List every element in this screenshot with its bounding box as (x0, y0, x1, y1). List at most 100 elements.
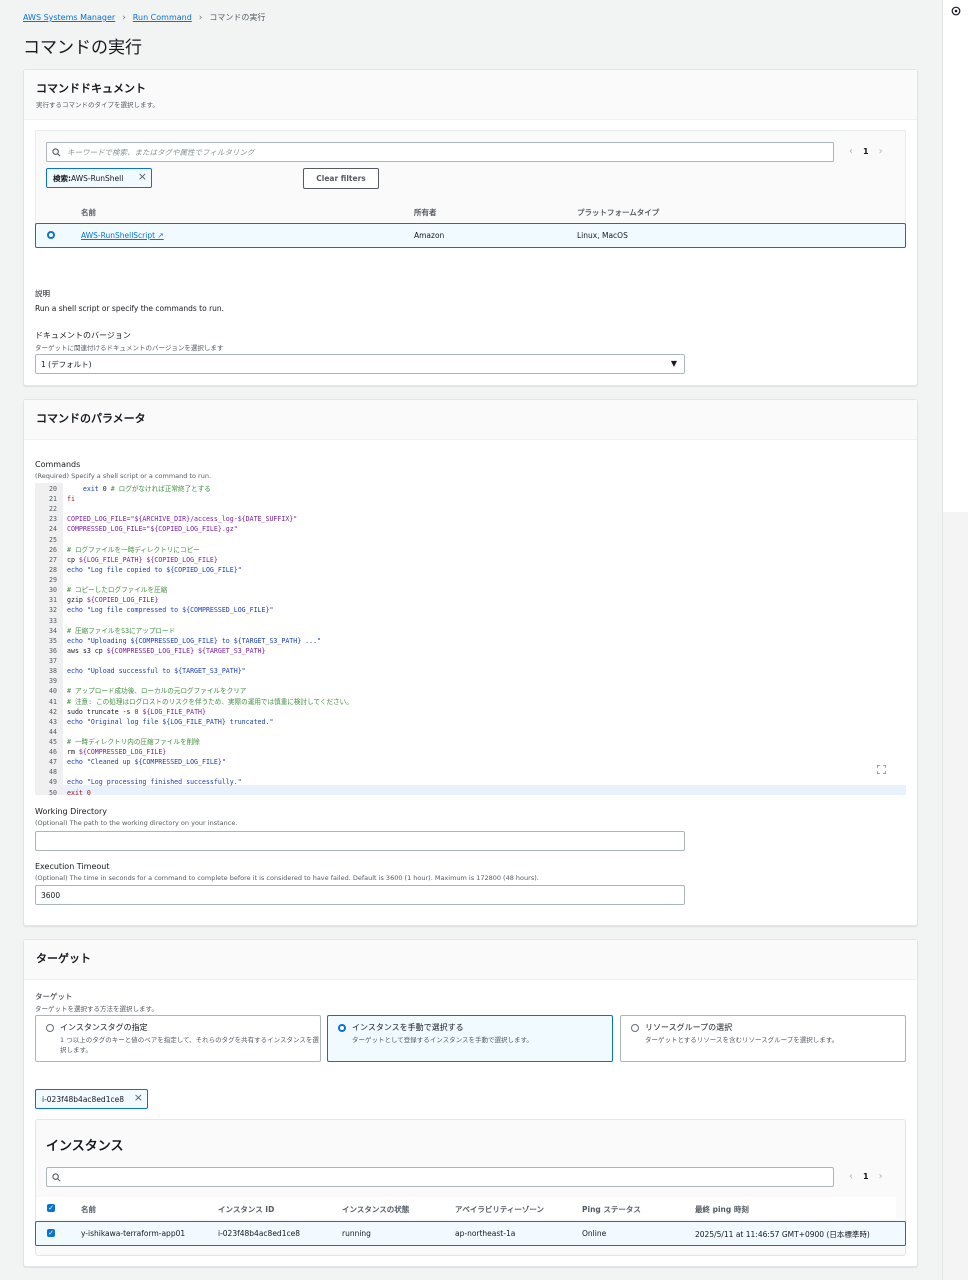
chevron-right-icon[interactable]: › (879, 146, 883, 157)
line-number: 20 (49, 485, 57, 493)
info-settings-icon[interactable] (951, 6, 961, 16)
close-icon[interactable]: × (138, 170, 147, 183)
option-radio[interactable] (46, 1024, 54, 1032)
target-option-resource-group[interactable]: リソースグループの選択 ターゲットとするリソースを含むリソースグループを選択しま… (620, 1015, 906, 1062)
document-pagination: ‹ 1 › (849, 146, 883, 157)
option-description: 1 つ以上のタグのキーと値のペアを指定して、それらのタグを共有するインスタンスを… (60, 1036, 319, 1054)
target-description: ターゲットを選択する方法を選択します。 (35, 1005, 158, 1013)
instance-id: i-023f48b4ac8ed1ce8 (218, 1229, 300, 1238)
chevron-left-icon[interactable]: ‹ (849, 1171, 853, 1182)
code-line[interactable]: COMPRESSED_LOG_FILE="${COPIED_LOG_FILE}.… (67, 524, 238, 534)
code-token: fi (67, 495, 75, 504)
code-line[interactable]: # 圧縮ファイルをS3にアップロード (67, 626, 175, 636)
search-icon (52, 1172, 61, 1181)
panel-title: コマンドのパラメータ (36, 412, 146, 425)
chevron-right-icon: › (198, 12, 203, 23)
code-line[interactable]: echo "Upload successful to ${TARGET_S3_P… (67, 666, 246, 676)
timeout-description: (Optional) The time in seconds for a com… (35, 874, 539, 882)
description-label: 説明 (35, 289, 50, 298)
search-icon (52, 147, 61, 156)
column-header-platform[interactable]: プラットフォームタイプ (577, 207, 659, 218)
column-header-az[interactable]: アベイラビリティーゾーン (455, 1204, 544, 1215)
column-header-ping[interactable]: Ping ステータス (582, 1204, 641, 1215)
column-header-instance-id[interactable]: インスタンス ID (218, 1204, 274, 1215)
option-radio[interactable] (338, 1024, 346, 1032)
column-header-owner[interactable]: 所有者 (414, 207, 437, 218)
panel-title: ターゲット (36, 952, 91, 965)
code-line[interactable]: echo "Log file compressed to ${COMPRESSE… (67, 605, 273, 615)
code-line[interactable]: exit 0 # ログがなければ正常終了とする (67, 484, 211, 494)
document-link[interactable]: AWS-RunShellScript ↗ (81, 231, 164, 240)
code-line[interactable]: echo "Uploading ${COMPRESSED_LOG_FILE} t… (67, 636, 321, 646)
code-line[interactable]: # 注意: この処理はログロストのリスクを伴うため、実際の運用では慎重に検討して… (67, 697, 353, 707)
code-line[interactable]: exit 0 (67, 788, 91, 795)
code-line[interactable]: gzip ${COPIED_LOG_FILE} (67, 595, 158, 605)
workdir-input[interactable] (35, 831, 685, 851)
code-line[interactable]: fi (67, 494, 75, 504)
panel-subtitle: 実行するコマンドのタイプを選択します。 (36, 101, 159, 109)
line-number: 23 (49, 515, 57, 524)
clear-filters-button[interactable]: Clear filters (303, 168, 379, 189)
line-number: 43 (49, 717, 57, 726)
breadcrumb-systems-manager[interactable]: AWS Systems Manager (23, 13, 115, 22)
row-radio[interactable] (47, 231, 55, 239)
target-option-tags[interactable]: インスタンスタグの指定 1 つ以上のタグのキーと値のペアを指定して、それらのタグ… (35, 1015, 321, 1062)
code-line[interactable]: aws s3 cp ${COMPRESSED_LOG_FILE} ${TARGE… (67, 646, 266, 656)
close-icon[interactable]: × (134, 1091, 143, 1104)
code-token: echo "Original log file ${LOG_FILE_PATH}… (67, 717, 274, 726)
page-number[interactable]: 1 (863, 147, 869, 156)
document-search-input[interactable]: キーワードで検索、またはタグや属性でフィルタリング (46, 142, 834, 162)
expand-icon[interactable] (877, 765, 886, 774)
option-description: ターゲットとして登録するインスタンスを手動で選択します。 (352, 1036, 533, 1044)
code-line[interactable]: echo "Original log file ${LOG_FILE_PATH}… (67, 717, 273, 727)
option-title: リソースグループの選択 (645, 1023, 733, 1032)
code-line[interactable]: cp ${LOG_FILE_PATH} ${COPIED_LOG_FILE} (67, 555, 218, 565)
code-line[interactable]: COPIED_LOG_FILE="${ARCHIVE_DIR}/access_l… (67, 514, 297, 524)
chevron-left-icon[interactable]: ‹ (849, 146, 853, 157)
code-token: ${COPIED_LOG_FILE} (86, 596, 159, 605)
column-header-name[interactable]: 名前 (81, 1204, 96, 1215)
line-number: 37 (49, 657, 57, 666)
page-number[interactable]: 1 (863, 1172, 869, 1181)
search-placeholder: キーワードで検索、またはタグや属性でフィルタリング (67, 147, 255, 157)
code-line[interactable]: echo "Log processing finished successful… (67, 777, 242, 787)
instances-search-input[interactable] (46, 1167, 834, 1187)
code-line[interactable]: # ログファイルを一時ディレクトリにコピー (67, 545, 200, 555)
chevron-right-icon[interactable]: › (879, 1171, 883, 1182)
timeout-label: Execution Timeout (35, 862, 110, 871)
line-number: 46 (49, 748, 57, 757)
instance-az: ap-northeast-1a (455, 1229, 516, 1238)
code-line[interactable]: # アップロード成功後、ローカルの元ログファイルをクリア (67, 686, 246, 696)
code-line[interactable]: # コピーしたログファイルを圧縮 (67, 585, 167, 595)
code-token: ${COMPRESSED_LOG_FILE} (78, 748, 167, 757)
code-token: ${LOG_FILE_PATH} (142, 707, 206, 716)
line-number: 41 (49, 697, 57, 706)
target-option-manual[interactable]: インスタンスを手動で選択する ターゲットとして登録するインスタンスを手動で選択し… (327, 1015, 613, 1062)
line-number: 21 (49, 495, 57, 504)
code-token: # アップロード成功後、ローカルの元ログファイルをクリア (67, 687, 247, 696)
row-checkbox[interactable]: ✓ (47, 1229, 55, 1237)
code-line[interactable]: sudo truncate -s 0 ${LOG_FILE_PATH} (67, 707, 206, 717)
line-number: 40 (49, 687, 57, 696)
code-token: echo "Upload successful to ${TARGET_S3_P… (67, 667, 246, 676)
code-line[interactable]: rm ${COMPRESSED_LOG_FILE} (67, 747, 166, 757)
code-line[interactable]: # 一時ディレクトリ内の圧縮ファイルを削除 (67, 737, 200, 747)
commands-label: Commands (35, 460, 81, 469)
line-number: 27 (49, 555, 57, 564)
column-header-last-ping[interactable]: 最終 ping 時刻 (695, 1204, 749, 1215)
select-all-checkbox[interactable]: ✓ (47, 1204, 55, 1212)
code-line[interactable]: echo "Log file copied to ${COPIED_LOG_FI… (67, 565, 242, 575)
version-label: ドキュメントのバージョン (35, 331, 131, 340)
table-row[interactable] (35, 223, 906, 248)
breadcrumb-run-command[interactable]: Run Command (133, 13, 192, 22)
timeout-input[interactable]: 3600 (35, 885, 685, 905)
version-select[interactable]: 1 (デフォルト) ▼ (35, 354, 685, 374)
instance-last-ping: 2025/5/11 at 11:46:57 GMT+0900 (日本標準時) (695, 1230, 870, 1239)
version-description: ターゲットに関連付けるドキュメントのバージョンを選択します (35, 344, 224, 352)
breadcrumb-current: コマンドの実行 (209, 13, 266, 22)
column-header-name[interactable]: 名前 (81, 207, 96, 218)
code-line[interactable]: echo "Cleaned up ${COMPRESSED_LOG_FILE}" (67, 757, 226, 767)
column-header-state[interactable]: インスタンスの状態 (342, 1204, 409, 1215)
option-radio[interactable] (631, 1024, 639, 1032)
commands-code-editor[interactable]: 20 exit 0 # ログがなければ正常終了とする 21 fi 22 23 COPIED… (35, 483, 906, 795)
